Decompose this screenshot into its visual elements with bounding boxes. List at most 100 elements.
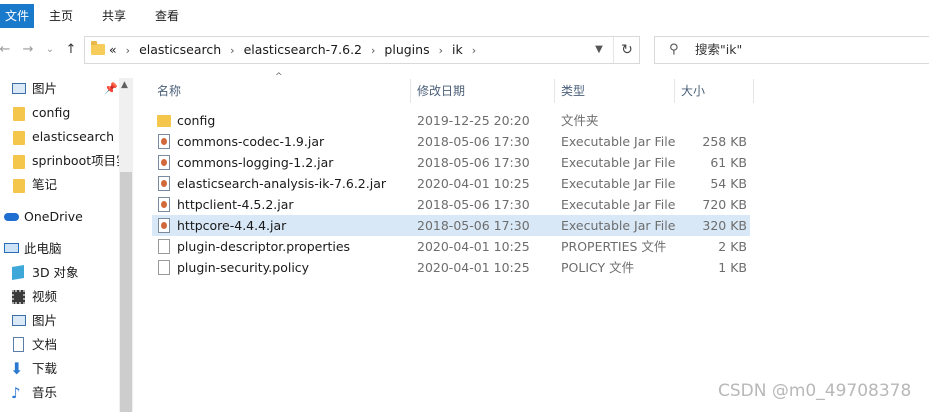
column-divider[interactable] bbox=[674, 79, 675, 103]
breadcrumb-plugins[interactable]: plugins bbox=[384, 42, 429, 57]
3d-objects-icon bbox=[12, 264, 24, 281]
column-header-size[interactable]: 大小 bbox=[681, 79, 705, 103]
music-icon: ♪ bbox=[11, 384, 21, 402]
file-size: 1 KB bbox=[718, 260, 747, 275]
sort-ascending-icon: ^ bbox=[275, 72, 283, 82]
tab-view[interactable]: 查看 bbox=[155, 4, 179, 28]
pictures-icon bbox=[12, 315, 26, 326]
file-row[interactable]: elasticsearch-analysis-ik-7.6.2.jar 2020… bbox=[152, 173, 750, 194]
breadcrumb-overflow[interactable]: « bbox=[109, 42, 117, 57]
address-bar[interactable]: « › elasticsearch › elasticsearch-7.6.2 › plug… bbox=[84, 36, 640, 64]
search-box[interactable]: ⚲ 搜索"ik" bbox=[654, 36, 929, 64]
breadcrumb-separator[interactable]: › bbox=[472, 44, 476, 57]
file-row[interactable]: commons-codec-1.9.jar 2018-05-06 17:30 E… bbox=[152, 131, 750, 152]
file-date: 2018-05-06 17:30 bbox=[417, 218, 530, 233]
breadcrumb-separator[interactable]: › bbox=[230, 44, 234, 57]
recent-locations-button[interactable]: ⌄ bbox=[41, 40, 59, 60]
file-date: 2020-04-01 10:25 bbox=[417, 239, 530, 254]
nav-item-label: OneDrive bbox=[24, 209, 83, 224]
breadcrumb-elasticsearch-762[interactable]: elasticsearch-7.6.2 bbox=[244, 42, 362, 57]
refresh-icon[interactable]: ↻ bbox=[613, 37, 640, 63]
jar-file-icon bbox=[158, 218, 170, 233]
nav-item-label: 笔记 bbox=[32, 177, 58, 192]
column-divider[interactable] bbox=[554, 79, 555, 103]
breadcrumb-ik[interactable]: ik bbox=[452, 42, 463, 57]
file-type: Executable Jar File bbox=[561, 155, 676, 170]
forward-button[interactable]: → bbox=[19, 40, 37, 60]
breadcrumb-separator[interactable]: › bbox=[439, 44, 443, 57]
back-button[interactable]: ← bbox=[0, 40, 14, 60]
breadcrumb-separator[interactable]: › bbox=[126, 44, 130, 57]
file-type: Executable Jar File bbox=[561, 176, 676, 191]
file-date: 2020-04-01 10:25 bbox=[417, 176, 530, 191]
file-size: 54 KB bbox=[710, 176, 747, 191]
videos-icon bbox=[12, 290, 25, 304]
documents-icon bbox=[13, 337, 24, 352]
tab-file[interactable]: 文件 bbox=[0, 4, 34, 28]
file-row[interactable]: httpclient-4.5.2.jar 2018-05-06 17:30 Ex… bbox=[152, 194, 750, 215]
breadcrumb: « › elasticsearch › elasticsearch-7.6.2 › plug… bbox=[109, 37, 485, 63]
computer-icon bbox=[4, 243, 19, 253]
file-row[interactable]: config 2019-12-25 20:20 文件夹 bbox=[152, 110, 750, 131]
search-icon: ⚲ bbox=[669, 42, 679, 57]
file-name: commons-logging-1.2.jar bbox=[177, 155, 334, 170]
file-type: Executable Jar File bbox=[561, 134, 676, 149]
column-header-type[interactable]: 类型 bbox=[561, 79, 585, 103]
nav-item-label: 图片 bbox=[32, 313, 58, 328]
file-row[interactable]: plugin-descriptor.properties 2020-04-01 … bbox=[152, 236, 750, 257]
folder-icon bbox=[91, 41, 105, 55]
file-size: 320 KB bbox=[702, 218, 747, 233]
file-date: 2018-05-06 17:30 bbox=[417, 197, 530, 212]
document-file-icon bbox=[158, 239, 170, 254]
scrollbar-thumb[interactable] bbox=[120, 172, 132, 412]
tab-home[interactable]: 主页 bbox=[49, 4, 73, 28]
file-type: Executable Jar File bbox=[561, 218, 676, 233]
file-name: elasticsearch-analysis-ik-7.6.2.jar bbox=[177, 176, 387, 191]
chevron-down-icon[interactable]: ▼ bbox=[589, 37, 609, 63]
column-divider[interactable] bbox=[410, 79, 411, 103]
downloads-icon: ⬇ bbox=[10, 359, 24, 378]
jar-file-icon bbox=[158, 155, 170, 170]
folder-icon bbox=[13, 179, 25, 193]
file-size: 720 KB bbox=[702, 197, 747, 212]
watermark: CSDN @m0_49708378 bbox=[718, 381, 912, 401]
column-header-name[interactable]: 名称 bbox=[157, 79, 181, 103]
search-input[interactable]: 搜索"ik" bbox=[695, 37, 742, 63]
up-button[interactable]: ↑ bbox=[62, 40, 80, 60]
nav-item-label: elasticsearch bbox=[32, 129, 115, 144]
nav-item-label: 下载 bbox=[32, 361, 58, 376]
file-type: PROPERTIES 文件 bbox=[561, 239, 667, 254]
breadcrumb-elasticsearch[interactable]: elasticsearch bbox=[139, 42, 221, 57]
file-name: plugin-descriptor.properties bbox=[177, 239, 351, 254]
jar-file-icon bbox=[158, 176, 170, 191]
cloud-icon bbox=[4, 213, 19, 221]
file-row-selected[interactable]: httpcore-4.4.4.jar 2018-05-06 17:30 Exec… bbox=[152, 215, 750, 236]
file-date: 2018-05-06 17:30 bbox=[417, 134, 530, 149]
file-row[interactable]: commons-logging-1.2.jar 2018-05-06 17:30… bbox=[152, 152, 750, 173]
file-size: 2 KB bbox=[718, 239, 747, 254]
file-name: commons-codec-1.9.jar bbox=[177, 134, 325, 149]
file-type: Executable Jar File bbox=[561, 197, 676, 212]
nav-item-label: config bbox=[32, 105, 71, 120]
nav-item-label: 视频 bbox=[32, 289, 58, 304]
tab-share[interactable]: 共享 bbox=[102, 4, 126, 28]
jar-file-icon bbox=[158, 197, 170, 212]
breadcrumb-separator[interactable]: › bbox=[371, 44, 375, 57]
file-date: 2019-12-25 20:20 bbox=[417, 113, 530, 128]
jar-file-icon bbox=[158, 134, 170, 149]
nav-item-label: 文档 bbox=[32, 337, 58, 352]
folder-icon bbox=[157, 115, 171, 127]
file-row[interactable]: plugin-security.policy 2020-04-01 10:25 … bbox=[152, 257, 750, 278]
column-header-date[interactable]: 修改日期 bbox=[417, 79, 465, 103]
nav-item-label: sprinboot项目实 bbox=[32, 153, 129, 168]
folder-icon bbox=[13, 107, 25, 121]
file-type: POLICY 文件 bbox=[561, 260, 635, 275]
file-size: 61 KB bbox=[710, 155, 747, 170]
scroll-up-arrow-icon[interactable]: ▲ bbox=[121, 80, 128, 90]
file-type: 文件夹 bbox=[561, 113, 599, 128]
folder-icon bbox=[13, 131, 25, 145]
folder-icon bbox=[13, 155, 25, 169]
column-divider[interactable] bbox=[753, 79, 754, 103]
nav-scrollbar[interactable]: ▲ bbox=[119, 78, 133, 412]
nav-item-label: 此电脑 bbox=[24, 241, 62, 256]
